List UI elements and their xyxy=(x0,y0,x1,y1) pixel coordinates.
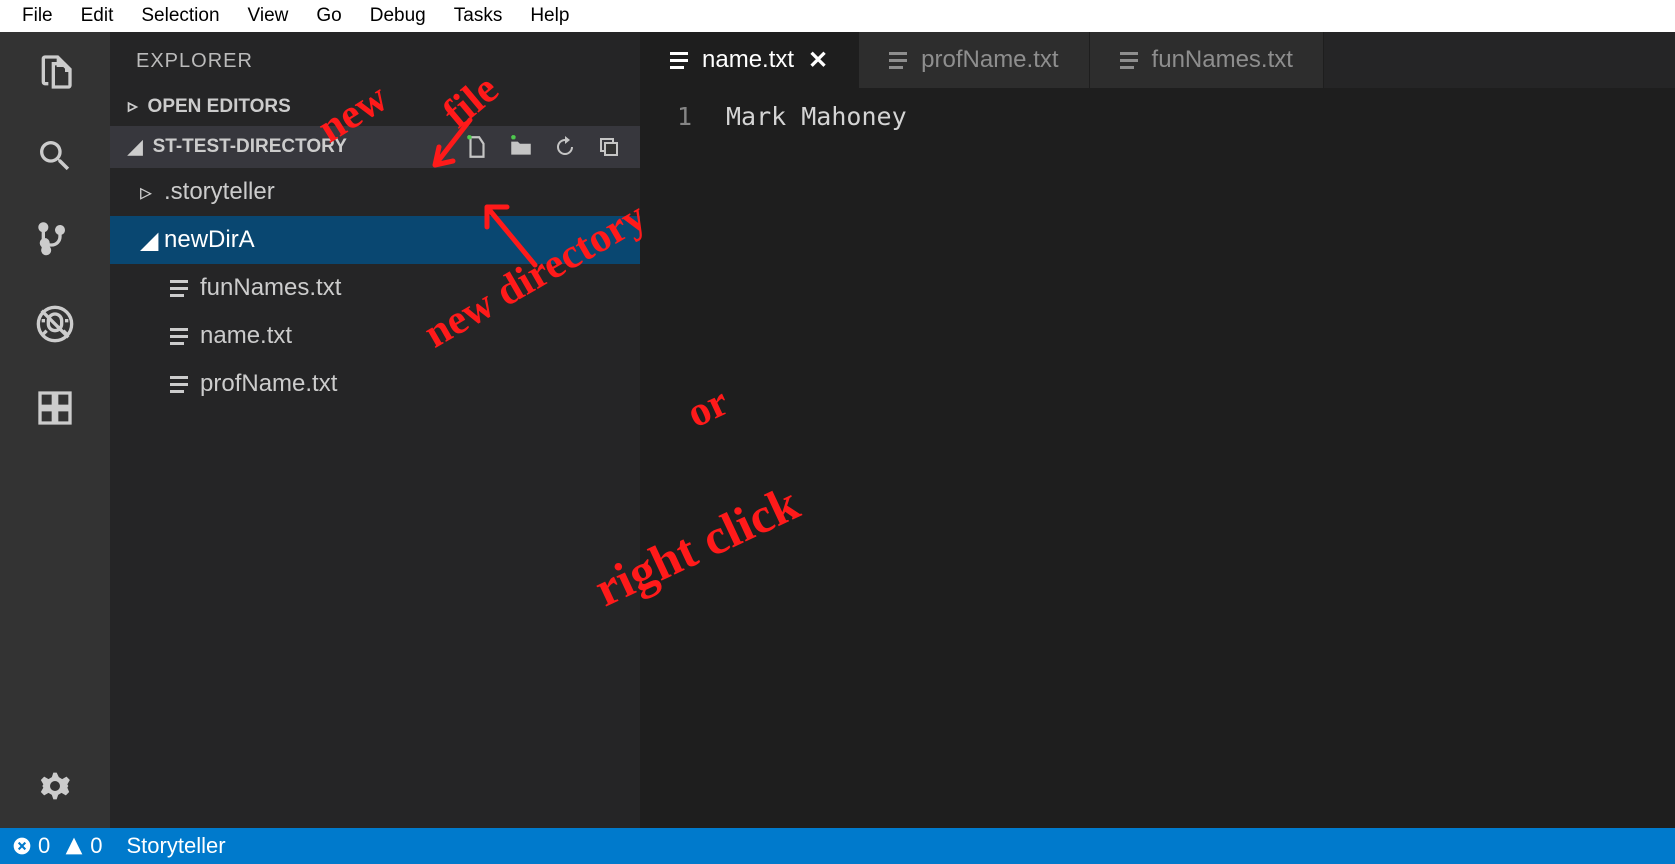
file-icon xyxy=(170,328,188,345)
file-icon xyxy=(670,52,688,69)
menu-edit[interactable]: Edit xyxy=(67,1,128,31)
error-count: 0 xyxy=(38,833,50,859)
new-folder-button[interactable] xyxy=(508,134,534,160)
file-icon xyxy=(1120,52,1138,69)
menu-view[interactable]: View xyxy=(234,1,303,31)
source-control-icon[interactable] xyxy=(33,218,77,262)
menu-go[interactable]: Go xyxy=(302,1,355,31)
tab-label: funNames.txt xyxy=(1152,46,1293,74)
line-number: 1 xyxy=(640,102,692,131)
editor-area: name.txt ✕ profName.txt funNames.txt 1 M… xyxy=(640,32,1675,828)
menu-help[interactable]: Help xyxy=(516,1,583,31)
chevron-down-icon: ◢ xyxy=(128,136,143,159)
search-icon[interactable] xyxy=(33,134,77,178)
file-profname[interactable]: profName.txt xyxy=(110,360,640,408)
chevron-right-icon: ▹ xyxy=(140,178,152,207)
file-label: funNames.txt xyxy=(200,274,341,302)
tab-name-txt[interactable]: name.txt ✕ xyxy=(640,32,859,88)
open-editors-label: OPEN EDITORS xyxy=(148,96,291,118)
activity-bar xyxy=(0,32,110,828)
extensions-icon[interactable] xyxy=(33,386,77,430)
status-extension-label: Storyteller xyxy=(127,833,226,859)
file-name[interactable]: name.txt xyxy=(110,312,640,360)
editor-line-1[interactable]: Mark Mahoney xyxy=(726,102,907,131)
file-icon xyxy=(170,280,188,297)
menu-tasks[interactable]: Tasks xyxy=(440,1,517,31)
chevron-right-icon: ▹ xyxy=(128,95,138,118)
new-file-button[interactable] xyxy=(464,134,490,160)
editor-body[interactable]: 1 Mark Mahoney xyxy=(640,88,1675,828)
file-label: profName.txt xyxy=(200,370,337,398)
explorer-sidebar: EXPLORER ▹ OPEN EDITORS ◢ ST-TEST-DIRECT… xyxy=(110,32,640,828)
sidebar-title: EXPLORER xyxy=(110,32,640,87)
status-bar: 0 0 Storyteller xyxy=(0,828,1675,864)
chevron-down-icon: ◢ xyxy=(140,226,152,255)
status-extension[interactable]: Storyteller xyxy=(127,833,226,859)
editor-tabs: name.txt ✕ profName.txt funNames.txt xyxy=(640,32,1675,88)
refresh-button[interactable] xyxy=(552,134,578,160)
menu-file[interactable]: File xyxy=(8,1,67,31)
folder-storyteller[interactable]: ▹ .storyteller xyxy=(110,168,640,216)
status-errors[interactable]: 0 xyxy=(12,833,50,859)
debug-icon[interactable] xyxy=(33,302,77,346)
tab-profname-txt[interactable]: profName.txt xyxy=(859,32,1089,88)
explorer-icon[interactable] xyxy=(33,50,77,94)
collapse-all-button[interactable] xyxy=(596,134,622,160)
folder-label: .storyteller xyxy=(164,178,275,206)
file-icon xyxy=(170,376,188,393)
close-icon[interactable]: ✕ xyxy=(808,46,828,75)
status-warnings[interactable]: 0 xyxy=(64,833,102,859)
file-funnames[interactable]: funNames.txt xyxy=(110,264,640,312)
folder-newdira[interactable]: ◢ newDirA xyxy=(110,216,640,264)
workspace-label: ST-TEST-DIRECTORY xyxy=(153,136,347,158)
tab-label: profName.txt xyxy=(921,46,1058,74)
tab-funnames-txt[interactable]: funNames.txt xyxy=(1090,32,1324,88)
settings-gear-icon[interactable] xyxy=(33,764,77,808)
menu-debug[interactable]: Debug xyxy=(356,1,440,31)
file-label: name.txt xyxy=(200,322,292,350)
open-editors-section[interactable]: ▹ OPEN EDITORS xyxy=(110,87,640,126)
file-icon xyxy=(889,52,907,69)
file-tree: ▹ .storyteller ◢ newDirA funNames.txt na… xyxy=(110,168,640,408)
menubar: File Edit Selection View Go Debug Tasks … xyxy=(0,0,1675,32)
workspace-section[interactable]: ◢ ST-TEST-DIRECTORY xyxy=(110,126,640,168)
line-gutter: 1 xyxy=(640,102,726,828)
tab-label: name.txt xyxy=(702,46,794,74)
folder-label: newDirA xyxy=(164,226,255,254)
menu-selection[interactable]: Selection xyxy=(127,1,233,31)
warning-count: 0 xyxy=(90,833,102,859)
